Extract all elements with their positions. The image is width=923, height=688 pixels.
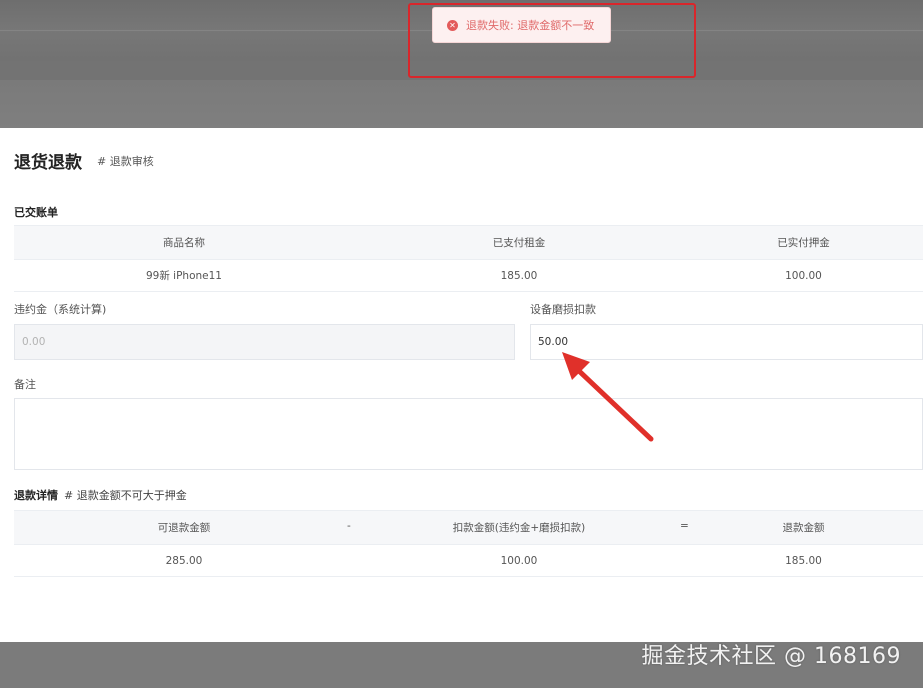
column-header: 商品名称 [14, 225, 354, 260]
table-header-row: 商品名称 已支付租金 已实付押金 [14, 225, 923, 260]
refund-section-title: 退款详情 # 退款金额不可大于押金 [14, 487, 187, 503]
refund-section-heading: 退款详情 [14, 489, 58, 502]
table-cell: 100.00 [354, 544, 684, 577]
penalty-label: 违约金（系统计算) [14, 303, 107, 316]
table-cell: 185.00 [684, 544, 923, 577]
table-cell: 100.00 [684, 259, 923, 292]
paid-section-title: 已交账单 [14, 206, 58, 219]
remark-textarea[interactable] [14, 398, 923, 470]
watermark-text: 掘金技术社区 @ 168169 [641, 644, 901, 669]
annotation-arrow-icon [562, 352, 654, 442]
table-cell: 99新 iPhone11 [14, 259, 354, 292]
remark-label: 备注 [14, 378, 36, 391]
table-header-row: 可退款金额 - 扣款金额(违约金+磨损扣款) = 退款金额 [14, 510, 923, 545]
paid-bill-table: 商品名称 已支付租金 已实付押金 99新 iPhone11 185.00 100… [14, 225, 923, 292]
column-header: 已实付押金 [684, 225, 923, 260]
refund-section-note: # 退款金额不可大于押金 [64, 489, 187, 502]
table-cell: 285.00 [14, 544, 354, 577]
column-header: 扣款金额(违约金+磨损扣款) [354, 510, 684, 545]
page-subtitle: # 退款审核 [97, 155, 154, 168]
refund-review-card: 退货退款 # 退款审核 已交账单 商品名称 已支付租金 已实付押金 99新 iP… [0, 128, 923, 642]
table-row: 99新 iPhone11 185.00 100.00 [14, 259, 923, 292]
column-header: 已支付租金 [354, 225, 684, 260]
penalty-input: 0.00 [14, 324, 515, 360]
wear-deduction-label: 设备磨损扣款 [530, 303, 596, 316]
column-header: 可退款金额 [14, 510, 354, 545]
table-cell: 185.00 [354, 259, 684, 292]
column-header: 退款金额 [684, 510, 923, 545]
page-title: 退货退款 [14, 153, 82, 173]
table-row: 285.00 100.00 185.00 [14, 544, 923, 577]
refund-detail-table: 可退款金额 - 扣款金额(违约金+磨损扣款) = 退款金额 285.00 100… [14, 510, 923, 577]
annotation-highlight-box [408, 3, 696, 78]
